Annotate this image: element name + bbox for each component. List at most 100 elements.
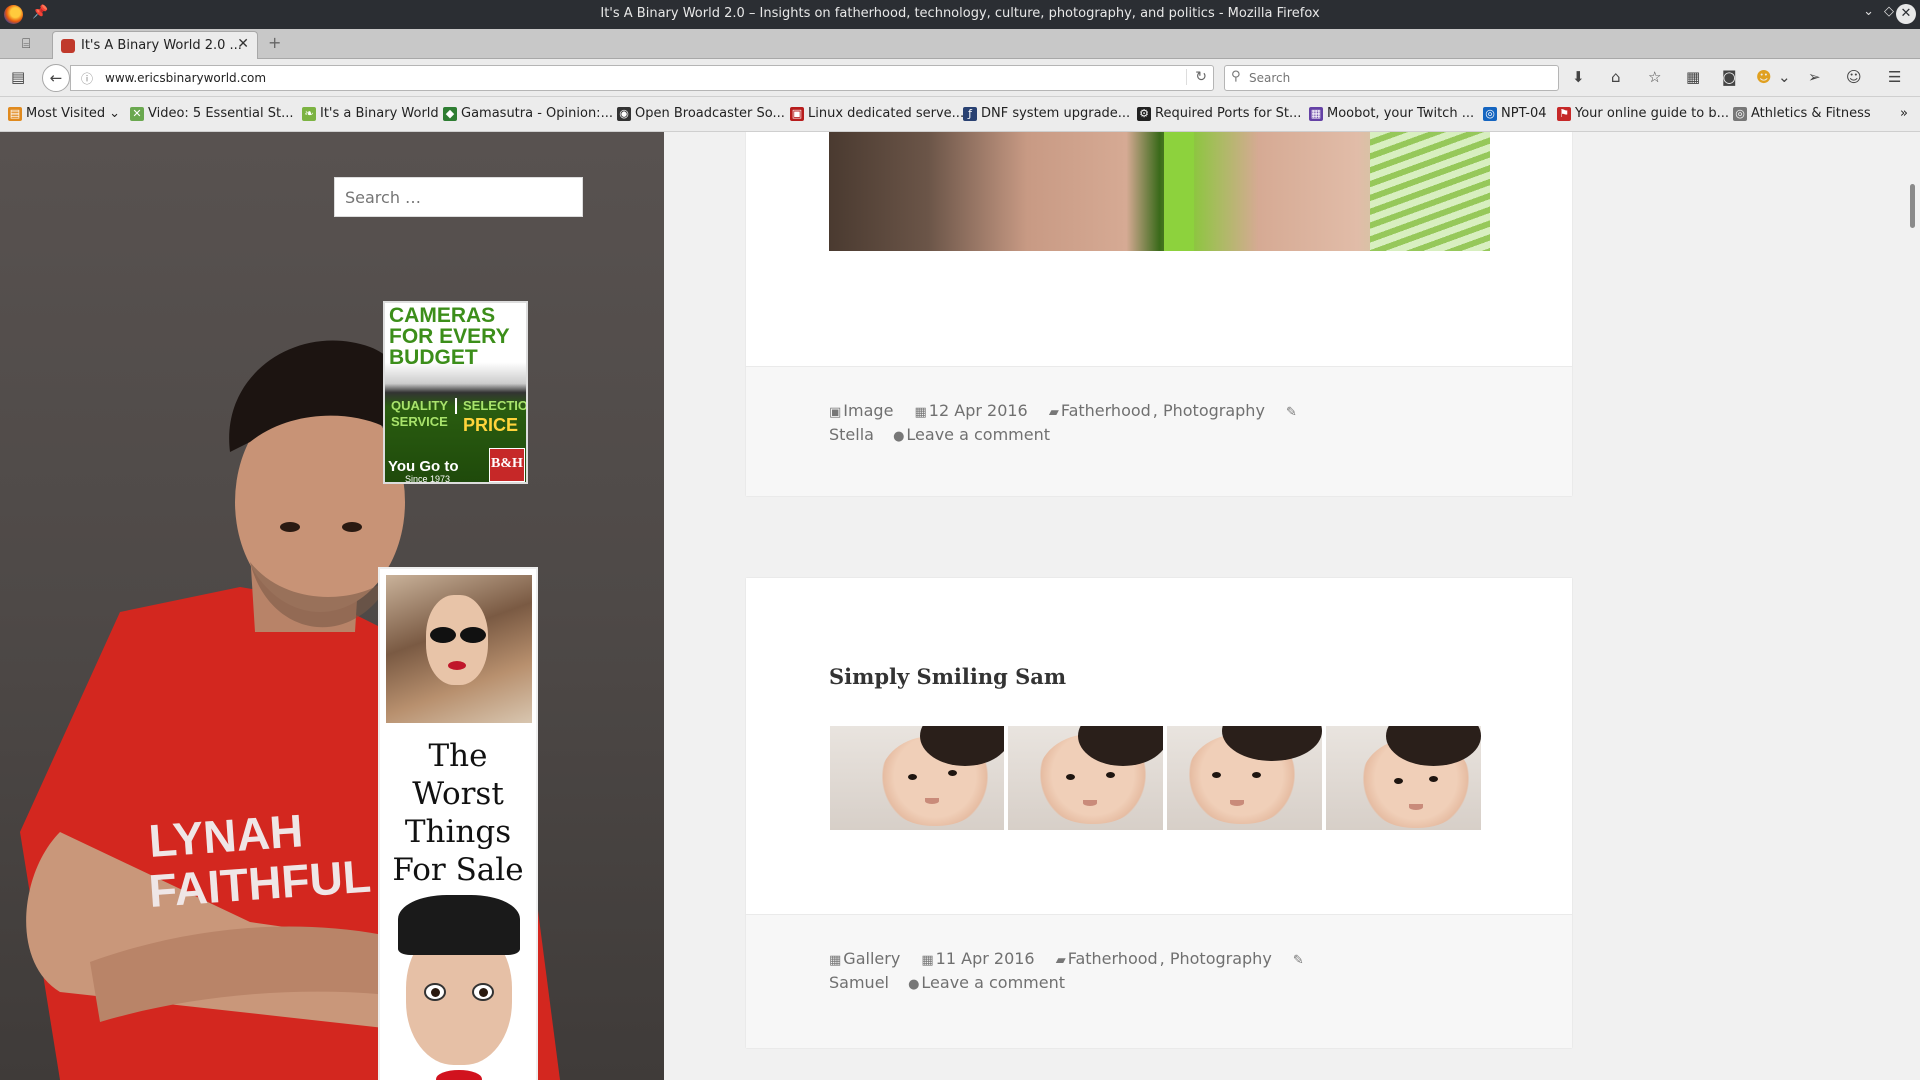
search-bar[interactable]: ⚲ bbox=[1224, 65, 1559, 91]
comment-icon: ● bbox=[893, 429, 905, 444]
obs-icon: ◉ bbox=[617, 106, 631, 121]
bookmark-item[interactable]: ▦ Moobot, your Twitch ... bbox=[1309, 106, 1474, 121]
bookmark-label: NPT-04 bbox=[1501, 106, 1547, 121]
send-icon[interactable]: ➢ bbox=[1808, 68, 1821, 86]
post-date-link[interactable]: 12 Apr 2016 bbox=[929, 401, 1028, 420]
bookmark-item[interactable]: ◎ NPT-04 bbox=[1483, 106, 1547, 121]
new-tab-icon[interactable]: + bbox=[268, 33, 281, 52]
bookmark-item[interactable]: ▤ Most Visited ⌄ bbox=[8, 106, 120, 121]
bookmarks-overflow-icon[interactable]: » bbox=[1900, 106, 1908, 121]
folder-icon: ▰ bbox=[1048, 405, 1059, 420]
scrollbar-thumb[interactable] bbox=[1910, 184, 1915, 228]
ad-slogan: You Go to bbox=[388, 458, 459, 475]
url-bar[interactable]: ⓘ www.ericsbinaryworld.com ↻ bbox=[70, 65, 1214, 91]
chat-icon[interactable]: ☺ bbox=[1846, 68, 1862, 86]
navigation-bar: ▤ ← ⓘ www.ericsbinaryworld.com ↻ ⚲ ⬇ ⌂ ☆… bbox=[0, 59, 1920, 97]
category-link[interactable]: Photography bbox=[1170, 949, 1272, 968]
url-text[interactable]: www.ericsbinaryworld.com bbox=[105, 71, 266, 85]
bookmark-item[interactable]: ƒ DNF system upgrade... bbox=[963, 106, 1130, 121]
bookmark-label: Gamasutra - Opinion:... bbox=[461, 106, 613, 121]
bookmark-item[interactable]: ◆ Gamasutra - Opinion:... bbox=[443, 106, 613, 121]
minimize-icon[interactable]: ⌄ bbox=[1863, 4, 1874, 19]
bookmark-item[interactable]: ⚙ Required Ports for St... bbox=[1137, 106, 1301, 121]
camera-store-ad[interactable]: CAMERAS FOR EVERY BUDGET QUALITY SERVICE… bbox=[383, 301, 528, 484]
category-link[interactable]: Fatherhood bbox=[1068, 949, 1158, 968]
ad-photo-woman-sunglasses bbox=[386, 575, 532, 723]
steam-icon: ⚙ bbox=[1137, 106, 1151, 121]
post-format-link[interactable]: Image bbox=[843, 401, 893, 420]
gallery-thumbnail[interactable] bbox=[1167, 726, 1322, 830]
bookmark-label: Your online guide to b... bbox=[1575, 106, 1729, 121]
reload-icon[interactable]: ↻ bbox=[1186, 69, 1207, 85]
ad-since-text: Since 1973 bbox=[405, 474, 451, 484]
ad-selection-text: SELECTION bbox=[455, 398, 526, 414]
pocket-list-icon[interactable]: ▤ bbox=[11, 68, 25, 86]
post-format-link[interactable]: Gallery bbox=[843, 949, 900, 968]
globe-icon: ◎ bbox=[1483, 106, 1497, 121]
sidebar: LYNAH FAITHFUL CAMERAS FOR EVERY BUDGET … bbox=[0, 132, 664, 1080]
post-image-baby-hands[interactable] bbox=[829, 132, 1490, 251]
leave-comment-link[interactable]: Leave a comment bbox=[921, 973, 1065, 992]
bookmark-item[interactable]: ◉ Open Broadcaster So... bbox=[617, 106, 785, 121]
reader-list-icon[interactable]: ▦ bbox=[1686, 68, 1700, 86]
most-visited-icon: ▤ bbox=[8, 106, 22, 121]
post-meta-row-2: Stella ● Leave a comment bbox=[829, 425, 1052, 444]
gallery-thumbnail[interactable] bbox=[1326, 726, 1481, 830]
gallery-thumbnail[interactable] bbox=[1008, 726, 1163, 830]
leave-comment-link[interactable]: Leave a comment bbox=[906, 425, 1050, 444]
bookmark-item[interactable]: ✕ Video: 5 Essential St... bbox=[130, 106, 294, 121]
bookmark-item[interactable]: ❧ It's a Binary World bbox=[302, 106, 439, 121]
tag-icon: ✎ bbox=[1286, 405, 1297, 420]
page-scrollbar[interactable] bbox=[1906, 132, 1920, 1080]
search-icon: ⚲ bbox=[1231, 69, 1241, 84]
gallery-thumbnail[interactable] bbox=[830, 726, 1004, 830]
ad-headline: CAMERAS FOR EVERY BUDGET bbox=[389, 304, 510, 369]
bookmark-label: Most Visited bbox=[26, 106, 106, 121]
site-info-icon[interactable]: ⓘ bbox=[81, 70, 93, 87]
tag-link[interactable]: Samuel bbox=[829, 973, 889, 992]
page-viewport: LYNAH FAITHFUL CAMERAS FOR EVERY BUDGET … bbox=[0, 132, 1920, 1080]
back-button[interactable]: ← bbox=[42, 64, 70, 92]
maximize-icon[interactable]: ◇ bbox=[1884, 4, 1894, 19]
tab-label: It's A Binary World 2.0 ... bbox=[81, 38, 242, 53]
ad-text: The Worst Things For Sale bbox=[392, 738, 524, 888]
worst-things-ad[interactable]: The Worst Things For Sale bbox=[378, 567, 538, 1080]
comment-icon: ● bbox=[908, 977, 920, 992]
downloads-icon[interactable]: ⬇ bbox=[1572, 68, 1585, 86]
bookmarks-toolbar: ▤ Most Visited ⌄ ✕ Video: 5 Essential St... ❧… bbox=[0, 97, 1920, 132]
tag-link[interactable]: Stella bbox=[829, 425, 874, 444]
bookmark-label: DNF system upgrade... bbox=[981, 106, 1131, 121]
author-photo: LYNAH FAITHFUL bbox=[20, 340, 560, 1080]
format-gallery-icon: ▦ bbox=[829, 953, 842, 968]
window-close-icon[interactable]: ✕ bbox=[1896, 4, 1916, 24]
search-input[interactable] bbox=[1249, 69, 1549, 87]
extension-dropdown-icon[interactable]: ⌄ bbox=[1778, 68, 1791, 86]
bookmark-item[interactable]: ⚑ Your online guide to b... bbox=[1557, 106, 1729, 121]
ad-photo-surprised-woman bbox=[386, 895, 532, 1080]
home-icon[interactable]: ⌂ bbox=[1611, 68, 1621, 86]
folder-icon: ▰ bbox=[1055, 953, 1066, 968]
category-link[interactable]: Photography bbox=[1163, 401, 1265, 420]
bookmark-label: Open Broadcaster So... bbox=[635, 106, 785, 121]
menu-icon[interactable]: ☰ bbox=[1888, 68, 1901, 86]
tab-bar: ⌸ It's A Binary World 2.0 ... ✕ + bbox=[0, 29, 1920, 59]
leaf-icon: ❧ bbox=[302, 106, 316, 121]
site-search-input[interactable] bbox=[334, 177, 583, 217]
bookmark-label: Linux dedicated serve... bbox=[808, 106, 965, 121]
globe-icon: ◎ bbox=[1733, 106, 1747, 121]
tab-close-icon[interactable]: ✕ bbox=[237, 36, 249, 52]
post-meta-footer: ▦ Gallery ▦ 11 Apr 2016 ▰ Fatherhood, Photo… bbox=[746, 914, 1572, 1048]
extension-icon[interactable]: ☻ bbox=[1756, 68, 1772, 86]
post-meta-row: ▣ Image ▦ 12 Apr 2016 ▰ Fatherhood, Photogr… bbox=[829, 401, 1297, 420]
bookmark-item[interactable]: ▣ Linux dedicated serve... bbox=[790, 106, 964, 121]
post-date-link[interactable]: 11 Apr 2016 bbox=[936, 949, 1035, 968]
tab-binary-world[interactable]: It's A Binary World 2.0 ... ✕ bbox=[52, 31, 258, 59]
bookmark-label: Moobot, your Twitch ... bbox=[1327, 106, 1475, 121]
pocket-icon[interactable]: ◙ bbox=[1722, 68, 1737, 86]
post-title[interactable]: Simply Smiling Sam bbox=[829, 664, 1066, 689]
tab-groups-icon[interactable]: ⌸ bbox=[22, 36, 30, 52]
bookmark-item[interactable]: ◎ Athletics & Fitness bbox=[1733, 106, 1871, 121]
category-link[interactable]: Fatherhood bbox=[1061, 401, 1151, 420]
bookmark-star-icon[interactable]: ☆ bbox=[1648, 68, 1661, 86]
flag-icon: ⚑ bbox=[1557, 106, 1571, 121]
